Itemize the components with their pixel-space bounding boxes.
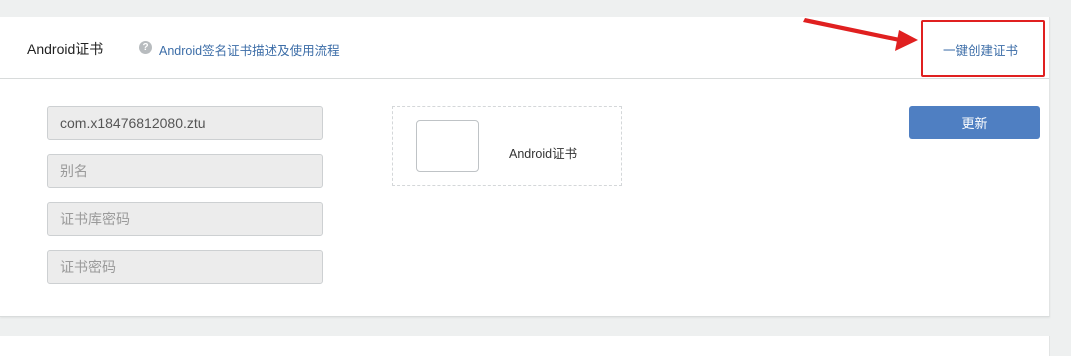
page-title: Android证书 xyxy=(27,41,104,57)
keystore-password-field[interactable] xyxy=(47,202,323,236)
certificate-thumbnail xyxy=(416,120,479,172)
create-certificate-link[interactable]: 一键创建证书 xyxy=(943,40,1018,59)
certificate-label: Android证书 xyxy=(509,147,578,161)
update-button[interactable]: 更新 xyxy=(909,106,1040,139)
help-icon: ? xyxy=(139,41,152,54)
help-link[interactable]: Android签名证书描述及使用流程 xyxy=(159,40,340,59)
certificate-upload-area[interactable]: Android证书 xyxy=(392,106,622,186)
android-certificate-panel: Android证书 ? Android签名证书描述及使用流程 一键创建证书 An… xyxy=(0,17,1050,317)
alias-field[interactable] xyxy=(47,154,323,188)
next-panel xyxy=(0,336,1050,356)
panel-header: Android证书 ? Android签名证书描述及使用流程 一键创建证书 xyxy=(0,17,1049,79)
package-name-field[interactable] xyxy=(47,106,323,140)
certificate-password-field[interactable] xyxy=(47,250,323,284)
